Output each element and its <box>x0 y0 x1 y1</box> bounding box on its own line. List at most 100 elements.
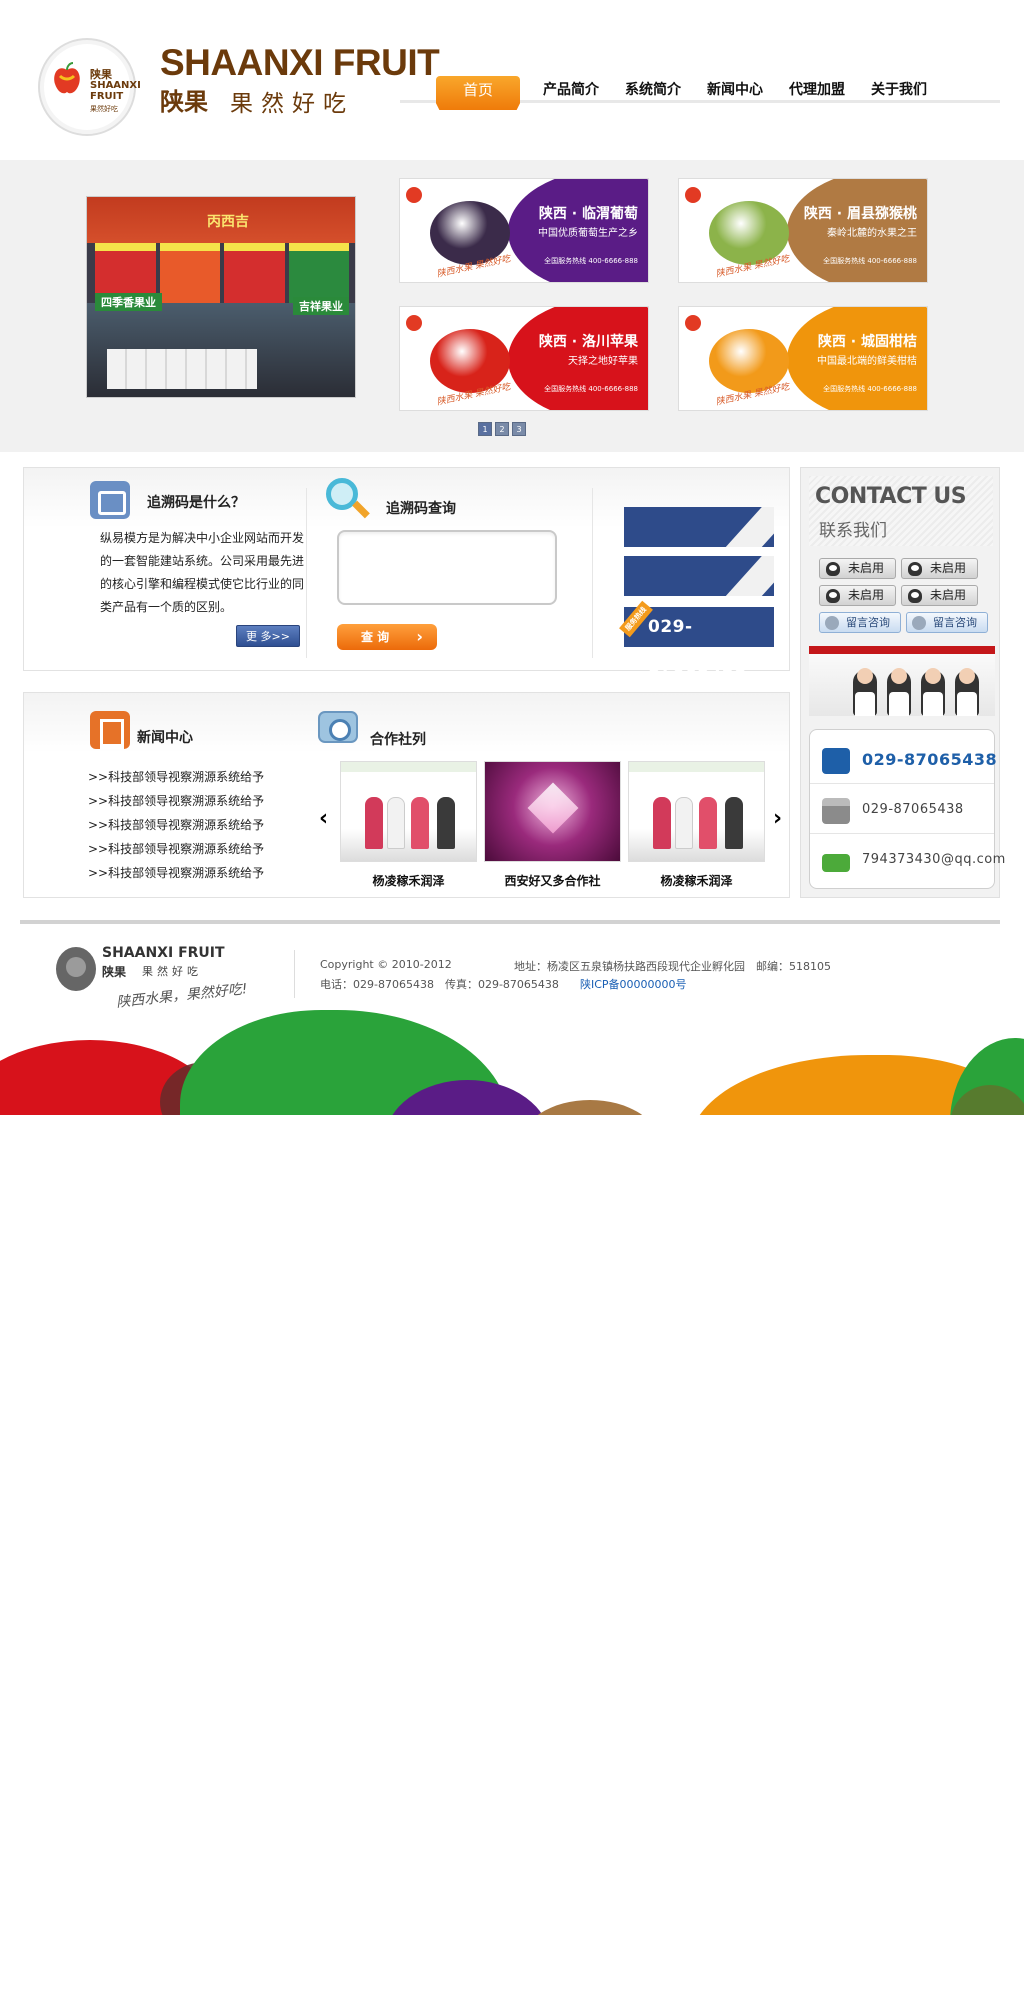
cases-title: 合作社列 <box>370 732 426 748</box>
contact-header: CONTACT US 联系我们 <box>809 476 993 546</box>
brand-slogan: 果然好吃 <box>230 91 354 117</box>
nav-franchise[interactable]: 代理加盟 <box>776 76 858 110</box>
banner-pager: 1 2 3 <box>478 422 526 436</box>
card-hotline: 全国服务热线 400-6666-888 <box>544 257 638 265</box>
badge-en-text: SHAANXI FRUIT <box>90 80 141 102</box>
service-hotline: 服务热线 029-87065438 <box>619 600 774 677</box>
mini-logo-icon <box>685 315 701 331</box>
contact-sidebar: CONTACT US 联系我们 未启用 未启用 未启用 未启用 留言咨询 留言咨… <box>800 467 1005 898</box>
news-item[interactable]: >>科技部领导视察溯源系统给予 <box>88 789 278 813</box>
pager-dot-1[interactable]: 1 <box>478 422 492 436</box>
qq-button[interactable]: 未启用 <box>901 558 978 579</box>
email-row: 794373430@qq.com <box>810 838 1005 884</box>
trace-panel: 追溯码是什么？ 纵易模方是为解决中小企业网站而开发的一套智能建站系统。公司采用最… <box>23 467 790 677</box>
email-link[interactable]: 794373430@qq.com <box>862 852 1006 867</box>
qq-penguin-icon <box>908 562 922 576</box>
news-item[interactable]: >>科技部领导视察溯源系统给予 <box>88 765 278 789</box>
site-logo[interactable]: 陕果 SHAANXI FRUIT 果然好吃 <box>38 38 141 136</box>
news-title: 新闻中心 <box>137 730 193 746</box>
card-subtitle: 中国优质葡萄生产之乡 <box>538 228 638 239</box>
telephone-number: 029-87065438 <box>862 750 998 769</box>
card-hotline: 全国服务热线 400-6666-888 <box>544 385 638 393</box>
message-button[interactable]: 留言咨询 <box>819 612 901 633</box>
mini-logo-icon <box>685 187 701 203</box>
fruit-card-grape[interactable]: 陕西 · 临渭葡萄 中国优质葡萄生产之乡 全国服务热线 400-6666-888… <box>399 178 649 283</box>
card-title: 陕西 · 洛川苹果 <box>538 334 638 350</box>
blue-link-button-1[interactable] <box>624 507 774 547</box>
icp-link[interactable]: 陕ICP备00000000号 <box>580 976 687 992</box>
case-item[interactable]: 杨凌稼禾润泽 <box>340 761 477 889</box>
brand-chinese: 陕果 <box>160 88 208 116</box>
footer-divider <box>20 920 1000 924</box>
pager-dot-2[interactable]: 2 <box>495 422 509 436</box>
news-list: >>科技部领导视察溯源系统给予 >>科技部领导视察溯源系统给予 >>科技部领导视… <box>88 765 278 885</box>
more-button[interactable]: 更 多>> <box>236 625 300 647</box>
nav-about[interactable]: 关于我们 <box>858 76 940 110</box>
footer-logo-cn: 陕果 <box>102 965 127 979</box>
qq-penguin-icon <box>826 589 840 603</box>
copyright: Copyright © 2010-2012 <box>320 958 452 971</box>
cases-next-arrow-icon[interactable]: › <box>773 806 782 831</box>
trace-query-title: 追溯码查询 <box>386 501 456 517</box>
footer-decoration <box>0 1000 1024 1115</box>
news-item[interactable]: >>科技部领导视察溯源系统给予 <box>88 837 278 861</box>
fruit-card-kiwi[interactable]: 陕西 · 眉县猕猴桃 秦岭北麓的水果之王 全国服务热线 400-6666-888… <box>678 178 928 283</box>
qq-label: 未启用 <box>930 561 967 575</box>
store-photo[interactable]: 丙西吉 四季香果业 吉祥果业 <box>86 196 356 398</box>
pager-dot-3[interactable]: 3 <box>512 422 526 436</box>
card-subtitle: 秦岭北麓的水果之王 <box>827 228 917 239</box>
case-item[interactable]: 西安好又多合作社 <box>484 761 621 889</box>
store-sign-right: 吉祥果业 <box>293 297 349 315</box>
message-label: 留言咨询 <box>933 616 977 629</box>
main-nav: 首页 产品简介 系统简介 新闻中心 代理加盟 关于我们 <box>436 76 940 110</box>
qq-button[interactable]: 未启用 <box>819 558 896 579</box>
trace-code-input[interactable] <box>337 530 557 605</box>
case-item[interactable]: 杨凌稼禾润泽 <box>628 761 765 889</box>
news-cases-panel: 新闻中心 >>科技部领导视察溯源系统给予 >>科技部领导视察溯源系统给予 >>科… <box>23 692 790 898</box>
qq-label: 未启用 <box>930 588 967 602</box>
customer-service-photo <box>809 646 995 716</box>
qq-row: 未启用 未启用 <box>819 585 978 606</box>
exit-arrow-icon <box>90 481 130 519</box>
footer-separator <box>294 950 295 998</box>
qq-row: 未启用 未启用 <box>819 558 978 579</box>
card-title: 陕西 · 城固柑桔 <box>817 334 917 350</box>
case-caption: 西安好又多合作社 <box>504 874 601 888</box>
nav-products[interactable]: 产品简介 <box>530 76 612 110</box>
cases-prev-arrow-icon[interactable]: ‹ <box>319 806 328 831</box>
contact-title-en: CONTACT US <box>815 484 967 509</box>
qq-penguin-icon <box>826 562 840 576</box>
news-item[interactable]: >>科技部领导视察溯源系统给予 <box>88 861 278 885</box>
trace-what-title: 追溯码是什么？ <box>147 495 245 511</box>
footer-logo-slogan: 果然好吃 <box>142 965 202 978</box>
qq-button[interactable]: 未启用 <box>901 585 978 606</box>
fruit-card-orange[interactable]: 陕西 · 城固柑桔 中国最北端的鲜美柑桔 全国服务热线 400-6666-888… <box>678 306 928 411</box>
card-title: 陕西 · 眉县猕猴桃 <box>803 206 917 222</box>
fruit-card-apple[interactable]: 陕西 · 洛川苹果 天择之地好苹果 全国服务热线 400-6666-888 陕西… <box>399 306 649 411</box>
qq-button[interactable]: 未启用 <box>819 585 896 606</box>
nav-system[interactable]: 系统简介 <box>612 76 694 110</box>
store-sign-top: 丙西吉 <box>207 214 249 230</box>
card-subtitle: 中国最北端的鲜美柑桔 <box>817 356 917 367</box>
mini-logo-icon <box>406 187 422 203</box>
apple-logo-icon <box>54 62 80 94</box>
nav-news[interactable]: 新闻中心 <box>694 76 776 110</box>
nav-home[interactable]: 首页 <box>436 76 520 110</box>
message-button[interactable]: 留言咨询 <box>906 612 988 633</box>
divider <box>592 488 593 658</box>
fax-icon <box>822 798 850 824</box>
magnifier-icon <box>324 476 370 522</box>
news-item[interactable]: >>科技部领导视察溯源系统给予 <box>88 813 278 837</box>
qq-label: 未启用 <box>848 588 885 602</box>
query-button[interactable]: 查 询 <box>337 624 437 650</box>
envelope-icon <box>822 854 850 872</box>
mini-logo-icon <box>406 315 422 331</box>
blue-link-button-2[interactable] <box>624 556 774 596</box>
case-thumbnail <box>628 761 765 862</box>
card-hotline: 全国服务热线 400-6666-888 <box>823 257 917 265</box>
trace-description: 纵易模方是为解决中小企业网站而开发的一套智能建站系统。公司采用最先进的核心引擎和… <box>100 531 305 614</box>
qq-penguin-icon <box>908 589 922 603</box>
banner: 丙西吉 四季香果业 吉祥果业 陕西 · 临渭葡萄 中国优质葡萄生产之乡 全国服务… <box>0 160 1024 452</box>
address: 地址：杨凌区五泉镇杨扶路西段现代企业孵化园 邮编：518105 <box>514 960 831 973</box>
card-hotline: 全国服务热线 400-6666-888 <box>823 385 917 393</box>
